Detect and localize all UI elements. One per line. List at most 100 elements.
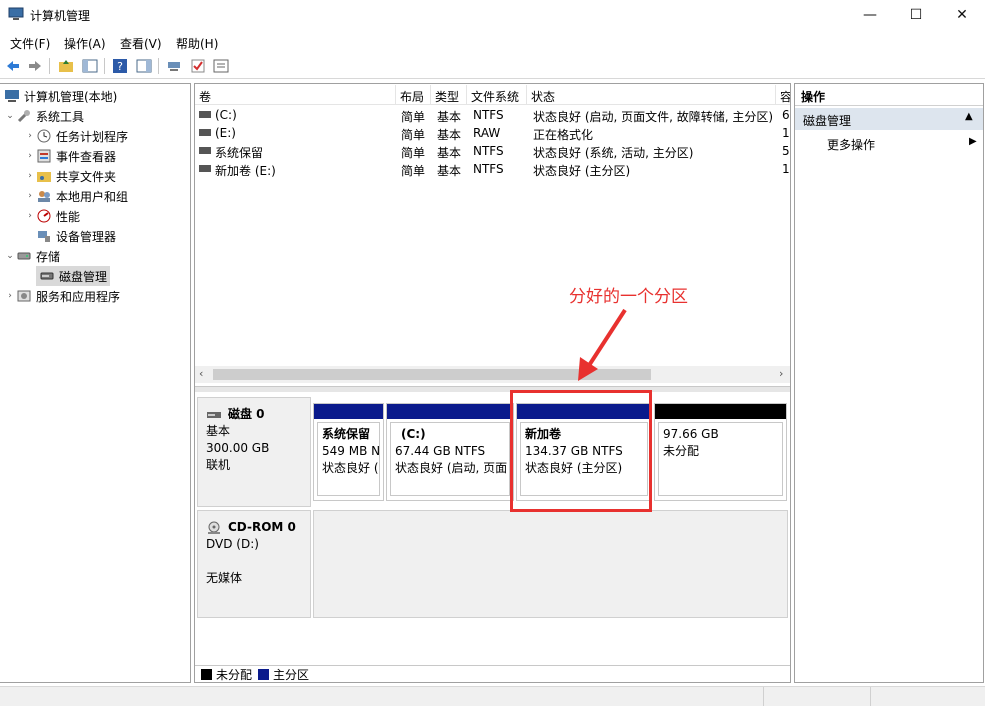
forward-arrow-icon[interactable] [27, 58, 43, 74]
disk-0-label[interactable]: 磁盘 0 基本 300.00 GB 联机 [197, 397, 311, 507]
tree-label-services-apps: 服务和应用程序 [36, 289, 121, 304]
disk-size: 300.00 GB [206, 441, 270, 455]
volume-icon [199, 129, 211, 136]
volume-row[interactable]: 系统保留 简单 基本 NTFS 状态良好 (系统, 活动, 主分区) 5 [195, 142, 790, 160]
partition-bar [314, 404, 383, 419]
tree-label-local-users: 本地用户和组 [56, 189, 129, 204]
volume-status: 正在格式化 [533, 128, 594, 142]
collapse-up-icon[interactable]: ▲ [965, 111, 973, 122]
scroll-left-icon[interactable]: ‹ [199, 367, 203, 380]
show-hide-tree-icon[interactable] [82, 58, 98, 74]
up-folder-icon[interactable] [58, 58, 74, 74]
close-button[interactable]: ✕ [939, 0, 985, 30]
chevron-down-icon[interactable]: ⌄ [4, 251, 16, 261]
legend-unallocated-swatch [201, 668, 212, 680]
partition-details: 系统保留 549 MB N 状态良好 ( [317, 422, 380, 496]
chevron-right-icon[interactable]: › [24, 171, 36, 181]
chevron-right-icon[interactable]: › [24, 151, 36, 161]
event-viewer-icon [37, 149, 51, 163]
menu-file[interactable]: 文件(F) [10, 35, 50, 52]
tree-item-performance[interactable]: › 性能 [24, 206, 80, 226]
volume-name: 新加卷 (E:) [215, 164, 276, 178]
status-bar [0, 686, 985, 706]
chevron-down-icon[interactable]: ⌄ [4, 111, 16, 121]
pane-splitter[interactable] [195, 386, 790, 392]
partition-status: 状态良好 (启动, 页面 [395, 461, 508, 475]
tree-item-root[interactable]: 计算机管理(本地) [4, 86, 117, 106]
column-header-volume[interactable]: 卷 [195, 85, 396, 105]
tree-item-device-manager[interactable]: 设备管理器 [36, 226, 116, 246]
volume-row[interactable]: (C:) 简单 基本 NTFS 状态良好 (启动, 页面文件, 故障转储, 主分… [195, 106, 790, 124]
partition-unallocated[interactable]: 97.66 GB 未分配 [654, 403, 787, 501]
legend-primary-swatch [258, 668, 270, 680]
volume-capacity: 1 [782, 162, 790, 176]
tree-item-system-tools[interactable]: ⌄ 系统工具 [4, 106, 84, 126]
connect-icon[interactable] [166, 58, 182, 74]
submenu-arrow-icon: ▶ [969, 136, 977, 147]
partition-details: (C:) 67.44 GB NTFS 状态良好 (启动, 页面 [390, 422, 510, 496]
minimize-button[interactable]: — [847, 0, 893, 30]
volume-type: 基本 [437, 128, 462, 142]
volume-layout: 简单 [401, 146, 426, 160]
tree-item-disk-management[interactable]: 磁盘管理 [36, 266, 111, 286]
tree-item-local-users[interactable]: › 本地用户和组 [24, 186, 128, 206]
menu-action[interactable]: 操作(A) [64, 35, 106, 52]
tree-item-event-viewer[interactable]: › 事件查看器 [24, 146, 116, 166]
column-header-status[interactable]: 状态 [527, 85, 776, 105]
volume-type: 基本 [437, 164, 462, 178]
volume-name: 系统保留 [215, 146, 264, 160]
tree-label-event-viewer: 事件查看器 [56, 149, 117, 164]
tree-label-disk-management: 磁盘管理 [59, 269, 108, 284]
properties-icon[interactable] [213, 58, 229, 74]
computer-icon [5, 90, 19, 102]
show-action-pane-icon[interactable] [136, 58, 152, 74]
disk-management-icon [40, 272, 54, 280]
column-header-capacity[interactable]: 容 [776, 85, 790, 105]
chevron-right-icon[interactable]: › [24, 131, 36, 141]
menu-bar: 文件(F) 操作(A) 查看(V) 帮助(H) [0, 31, 985, 53]
column-header-type[interactable]: 类型 [431, 85, 467, 105]
volume-layout: 简单 [401, 128, 426, 142]
tree-item-task-scheduler[interactable]: › 任务计划程序 [24, 126, 128, 146]
legend: 未分配 主分区 [195, 665, 790, 682]
tree-item-storage[interactable]: ⌄ 存储 [4, 246, 60, 266]
volume-icon [199, 147, 211, 154]
cdrom-0-label[interactable]: CD-ROM 0 DVD (D:) 无媒体 [197, 510, 311, 618]
partition-system-reserved[interactable]: 系统保留 549 MB N 状态良好 ( [313, 403, 384, 501]
help-icon[interactable]: ? [112, 58, 128, 74]
chevron-right-icon[interactable]: › [4, 291, 16, 301]
actions-section-disk-management[interactable]: 磁盘管理 ▲ [795, 108, 983, 130]
more-actions-item[interactable]: 更多操作 ▶ [795, 133, 983, 153]
tree-item-shared-folders[interactable]: › 共享文件夹 [24, 166, 116, 186]
check-icon[interactable] [190, 58, 206, 74]
volume-capacity: 6 [782, 108, 790, 122]
window-title: 计算机管理 [30, 9, 91, 23]
performance-icon [37, 209, 51, 223]
chevron-right-icon[interactable]: › [24, 211, 36, 221]
horizontal-scrollbar[interactable]: ‹ › [195, 366, 790, 383]
menu-view[interactable]: 查看(V) [120, 35, 162, 52]
clock-icon [37, 129, 51, 143]
tree-label-performance: 性能 [56, 209, 81, 224]
scroll-right-icon[interactable]: › [779, 367, 783, 380]
volume-row[interactable]: 新加卷 (E:) 简单 基本 NTFS 状态良好 (主分区) 1 [195, 160, 790, 178]
chevron-right-icon[interactable]: › [24, 191, 36, 201]
volume-name: (C:) [215, 108, 237, 122]
column-header-layout[interactable]: 布局 [396, 85, 431, 105]
tree-item-services-apps[interactable]: › 服务和应用程序 [4, 286, 120, 306]
menu-help[interactable]: 帮助(H) [176, 35, 218, 52]
actions-panel: 操作 磁盘管理 ▲ 更多操作 ▶ [794, 83, 984, 683]
computer-management-icon [8, 7, 24, 20]
device-manager-icon [38, 231, 50, 242]
column-header-fs[interactable]: 文件系统 [467, 85, 527, 105]
tree-label-system-tools: 系统工具 [36, 109, 85, 124]
svg-text:?: ? [117, 60, 123, 73]
maximize-button[interactable]: ☐ [893, 0, 939, 30]
users-icon [38, 191, 50, 202]
partition-name: (C:) [401, 427, 426, 441]
partition-c[interactable]: (C:) 67.44 GB NTFS 状态良好 (启动, 页面 [386, 403, 514, 501]
partition-size: 67.44 GB NTFS [395, 444, 486, 458]
back-arrow-icon[interactable] [5, 58, 21, 74]
volume-row[interactable]: (E:) 简单 基本 RAW 正在格式化 1 [195, 124, 790, 142]
partition-size: 549 MB N [322, 444, 380, 458]
